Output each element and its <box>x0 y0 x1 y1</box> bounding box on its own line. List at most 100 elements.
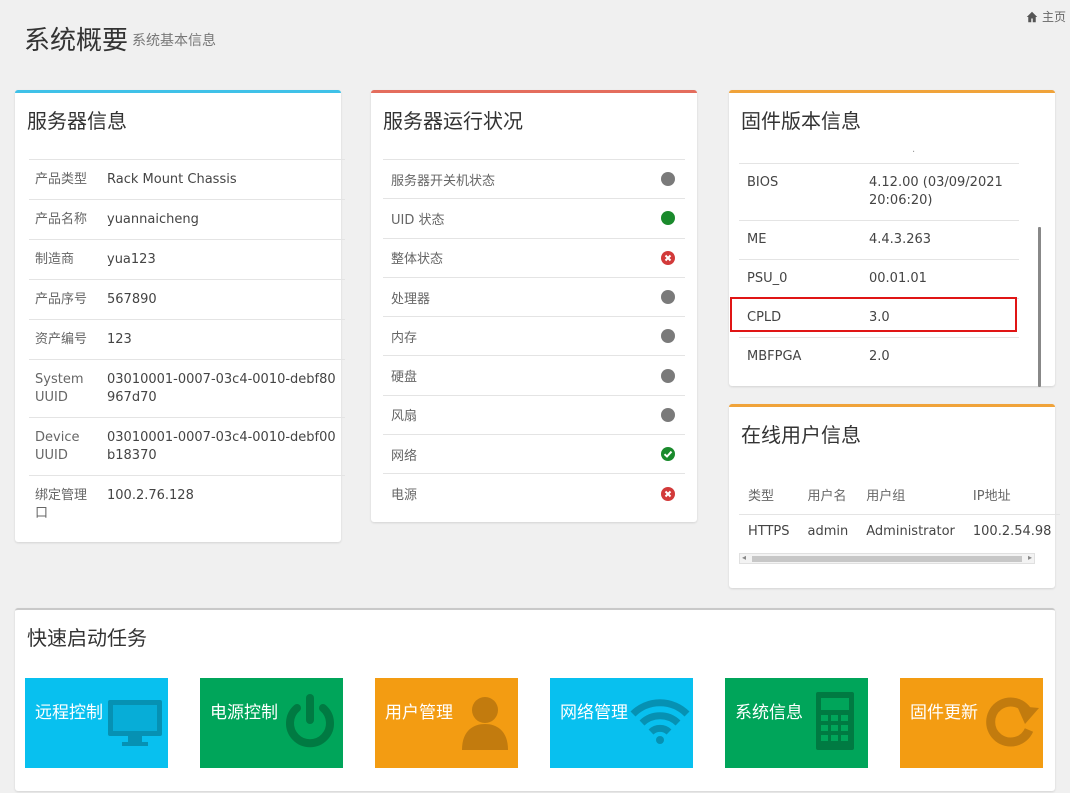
firmware-key: MBFPGA <box>747 349 802 364</box>
user-ip: 100.2.54.98 <box>972 524 1052 539</box>
status-label: 网络 <box>391 448 418 464</box>
status-row: 整体状态 <box>383 237 685 277</box>
tile-label: 电源控制 <box>210 703 278 723</box>
table-row: PSU_0 00.01.01 <box>739 259 1019 299</box>
scroll-right-icon[interactable]: ▸ <box>1028 553 1032 562</box>
info-key: 制造商 <box>35 252 75 267</box>
status-label: 硬盘 <box>391 370 418 386</box>
scroll-hint-dot: · <box>912 147 916 158</box>
status-list: 服务器开关机状态 UID 状态 整体状态处理器内存硬盘风扇网络电源 <box>383 159 685 513</box>
info-value: 567890 <box>107 292 157 307</box>
firmware-key: PSU_0 <box>747 271 788 286</box>
table-header-row: 类型 用户名 用户组 IP地址 <box>739 477 1061 515</box>
status-label: 服务器开关机状态 <box>391 173 496 189</box>
table-row: CPLD 3.0 <box>739 298 1019 338</box>
quick-tasks-panel: 快速启动任务 远程控制 电源控制 用户管理 网络管理 系统信息 固件更新 <box>15 608 1055 791</box>
tile-label: 用户管理 <box>385 703 453 723</box>
system-info-tile[interactable]: 系统信息 <box>725 678 868 768</box>
refresh-icon <box>986 697 1039 747</box>
firmware-key: CPLD <box>747 310 782 325</box>
quick-tasks-title: 快速启动任务 <box>27 626 147 650</box>
info-key: Device UUID <box>35 430 80 463</box>
info-value: 100.2.76.128 <box>107 488 194 503</box>
home-label: 主页 <box>1041 10 1066 24</box>
user-management-tile[interactable]: 用户管理 <box>375 678 518 768</box>
users-horizontal-scrollbar[interactable]: ◂ ▸ <box>739 553 1035 564</box>
info-value: yuannaicheng <box>107 212 199 227</box>
scroll-left-icon[interactable]: ◂ <box>742 553 746 562</box>
firmware-value: 2.0 <box>869 349 890 364</box>
firmware-value: 4.4.3.263 <box>869 232 932 247</box>
user-icon <box>462 697 508 750</box>
remote-control-tile[interactable]: 远程控制 <box>25 678 168 768</box>
status-row: 电源 <box>383 473 685 512</box>
status-on-icon <box>661 211 675 226</box>
table-row: 制造商 yua123 <box>29 239 345 280</box>
status-unknown-icon <box>661 407 675 422</box>
server-info-table: 产品类型 Rack Mount Chassis 产品名称 yuannaicheng … <box>29 159 345 533</box>
status-label: 内存 <box>391 330 418 346</box>
server-status-title: 服务器运行状况 <box>383 109 523 133</box>
table-row: System UUID 03010001-0007-03c4-0010-debf8… <box>29 359 345 418</box>
page-title: 系统概要 <box>24 26 129 56</box>
status-row: 服务器开关机状态 <box>383 159 685 198</box>
firmware-title: 固件版本信息 <box>741 109 861 133</box>
power-control-tile[interactable]: 电源控制 <box>200 678 343 768</box>
info-key: System UUID <box>35 372 84 405</box>
tile-label: 远程控制 <box>35 703 103 723</box>
firmware-table: BIOS 4.12.00 (03/09/2021 20:06:20) ME 4.4.… <box>739 163 1019 376</box>
status-ok-check-icon <box>661 447 675 462</box>
scrollbar-thumb[interactable] <box>752 556 1022 562</box>
status-label: 风扇 <box>391 409 418 425</box>
firmware-key: BIOS <box>747 175 779 190</box>
online-users-panel: 在线用户信息 类型 用户名 用户组 IP地址 HTTPS admin Admin… <box>729 404 1061 588</box>
status-row: 硬盘 <box>383 355 685 394</box>
firmware-update-tile[interactable]: 固件更新 <box>900 678 1043 768</box>
table-row: 产品类型 Rack Mount Chassis <box>29 159 345 200</box>
firmware-key: ME <box>747 232 767 247</box>
info-key: 产品名称 <box>35 212 88 227</box>
status-label: 整体状态 <box>391 252 444 268</box>
status-row: 网络 <box>383 434 685 473</box>
column-header: 用户名 <box>798 477 858 515</box>
firmware-value: 3.0 <box>869 310 890 325</box>
page-subtitle: 系统基本信息 <box>132 33 216 49</box>
status-unknown-icon <box>661 172 675 187</box>
user-name: admin <box>807 524 849 539</box>
firmware-value: 00.01.01 <box>869 271 927 286</box>
user-group: Administrator <box>866 524 955 539</box>
status-unknown-icon <box>661 329 675 344</box>
monitor-icon <box>108 700 162 746</box>
home-breadcrumb-link[interactable]: 主页 <box>1026 8 1066 25</box>
tile-label: 网络管理 <box>560 703 628 723</box>
status-row: UID 状态 <box>383 198 685 237</box>
tile-label: 系统信息 <box>735 703 803 723</box>
column-header: 用户组 <box>857 477 964 515</box>
status-label: 处理器 <box>391 291 431 307</box>
info-key: 资产编号 <box>35 332 88 347</box>
info-key: 绑定管理口 <box>35 488 88 521</box>
info-value: 03010001-0007-03c4-0010-debf80967d70 <box>107 372 336 405</box>
user-type: HTTPS <box>748 524 790 539</box>
power-icon <box>286 694 334 748</box>
status-error-x-icon <box>661 250 675 265</box>
table-row: 资产编号 123 <box>29 319 345 360</box>
wifi-icon <box>630 699 690 744</box>
info-value: 03010001-0007-03c4-0010-debf00b18370 <box>107 430 336 463</box>
network-management-tile[interactable]: 网络管理 <box>550 678 693 768</box>
server-info-title: 服务器信息 <box>27 109 127 133</box>
status-unknown-icon <box>661 368 675 383</box>
table-row: HTTPS admin Administrator 100.2.54.98 <box>739 515 1060 548</box>
quick-task-tiles: 远程控制 电源控制 用户管理 网络管理 系统信息 固件更新 <box>25 678 1043 768</box>
info-value: yua123 <box>107 252 156 267</box>
info-value: Rack Mount Chassis <box>107 172 237 187</box>
page-header: 系统概要 系统基本信息 主页 <box>0 0 1070 80</box>
table-row: 绑定管理口 100.2.76.128 <box>29 475 345 534</box>
online-users-title: 在线用户信息 <box>741 423 861 447</box>
info-key: 产品序号 <box>35 292 88 307</box>
table-row: ME 4.4.3.263 <box>739 220 1019 260</box>
table-row: BIOS 4.12.00 (03/09/2021 20:06:20) <box>739 163 1019 221</box>
firmware-scrollbar[interactable] <box>1038 227 1041 387</box>
status-label: UID 状态 <box>391 212 445 228</box>
info-value: 123 <box>107 332 132 347</box>
